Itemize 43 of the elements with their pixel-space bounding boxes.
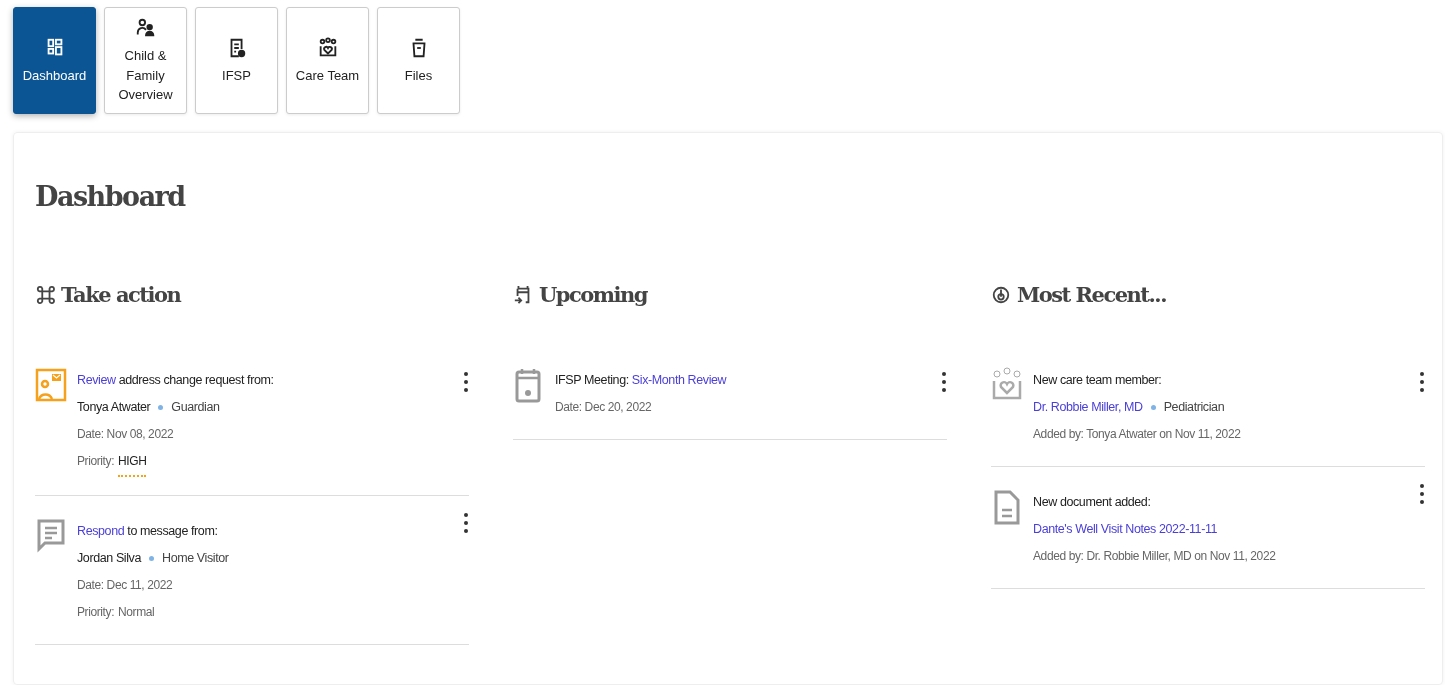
section-title: Upcoming: [539, 281, 647, 310]
separator-dot: [149, 555, 154, 561]
more-options-icon[interactable]: [463, 370, 469, 393]
role-label: Guardian: [171, 398, 220, 416]
priority-value: Normal: [118, 603, 155, 621]
link[interactable]: Review: [77, 372, 116, 387]
separator-dot: [1150, 404, 1156, 410]
contact-card-icon: [35, 366, 67, 403]
link[interactable]: Dr. Robbie Miller, MD: [1033, 393, 1143, 421]
item-heading: IFSP Meeting: Six-Month Review: [555, 371, 727, 389]
nav-tab[interactable]: Files: [377, 7, 460, 114]
person-name: Tonya Atwater: [77, 398, 151, 416]
item-heading: New care team member:: [1033, 371, 1163, 389]
more-options-icon[interactable]: [1419, 482, 1425, 505]
more-options-icon[interactable]: [463, 511, 469, 534]
priority-label: Priority:: [77, 452, 115, 470]
section-title: Take action: [61, 281, 181, 310]
separator-dot: [158, 404, 164, 410]
link[interactable]: Dante's Well Visit Notes 2022-11-11: [1033, 515, 1218, 543]
meta-text: Added by: Tonya Atwater on Nov 11, 2022: [1033, 425, 1241, 443]
nav-tab[interactable]: Child & Family Overview: [104, 7, 187, 114]
item-heading: Respond to message from:: [77, 522, 219, 540]
priority-value: HIGH: [118, 447, 147, 477]
section-title: Most Recent...: [1017, 281, 1166, 310]
link[interactable]: Six-Month Review: [631, 372, 727, 387]
nav-tab[interactable]: Dashboard: [13, 7, 96, 114]
item-heading: Review address change request from:: [77, 371, 274, 389]
meta-text: Date: Dec 20, 2022: [555, 398, 653, 416]
more-options-icon[interactable]: [941, 370, 947, 393]
person-name: Jordan Silva: [77, 549, 141, 567]
meta-text: Date: Dec 11, 2022: [77, 576, 174, 594]
page-title: Dashboard: [35, 181, 187, 214]
priority-label: Priority:: [77, 603, 115, 621]
more-options-icon[interactable]: [1419, 370, 1425, 393]
role-label: Home Visitor: [162, 549, 229, 567]
nav-tab[interactable]: IFSP: [195, 7, 278, 114]
item-heading: New document added:: [1033, 493, 1152, 511]
nav-tab[interactable]: Care Team: [286, 7, 369, 114]
link[interactable]: Respond: [77, 523, 125, 538]
message-icon: [35, 517, 67, 554]
meta-text: Date: Nov 08, 2022: [77, 425, 175, 443]
role-label: Pediatrician: [1163, 398, 1225, 416]
meta-text: Added by: Dr. Robbie Miller, MD on Nov 11, 2022: [1033, 547, 1276, 565]
